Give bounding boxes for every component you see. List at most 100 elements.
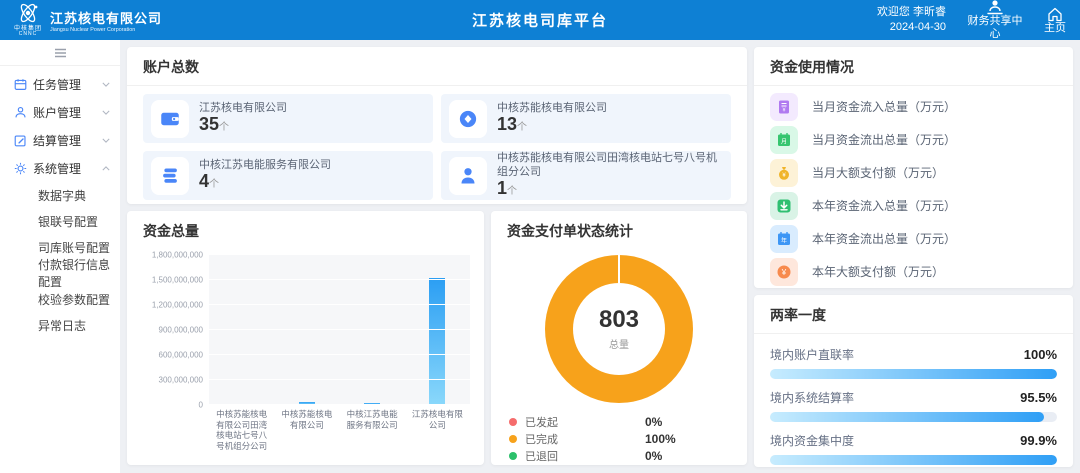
rate-direct-connection: 境内账户直联率 100% bbox=[770, 346, 1057, 379]
hamburger-icon bbox=[54, 48, 67, 58]
sidebar-item-system-management[interactable]: 系统管理 bbox=[0, 154, 120, 182]
y-tick: 0 bbox=[199, 401, 203, 410]
welcome-text: 欢迎您 李昕睿 bbox=[877, 5, 946, 20]
year-calendar-icon: 年 bbox=[776, 231, 792, 247]
x-category-label: 中核江苏电能服务有限公司 bbox=[340, 409, 405, 452]
layers-icon bbox=[160, 166, 180, 186]
rate-system-settlement: 境内系统结算率 95.5% bbox=[770, 389, 1057, 422]
sidebar-item-account-management[interactable]: 账户管理 bbox=[0, 98, 120, 126]
y-tick: 600,000,000 bbox=[159, 351, 204, 360]
stat-company-name: 江苏核电有限公司 bbox=[199, 102, 287, 116]
donut-center: 803 总量 bbox=[573, 283, 665, 375]
logo-group-en-label: CNNC bbox=[19, 32, 37, 37]
rate-value: 100% bbox=[1024, 347, 1057, 362]
submenu-item-label: 司库账号配置 bbox=[38, 239, 110, 256]
stat-card-jiangsu-nuclear: 江苏核电有限公司 35个 bbox=[143, 94, 433, 143]
sidebar-item-label: 系统管理 bbox=[33, 160, 96, 177]
usage-label: 本年资金流入总量（万元） bbox=[812, 197, 956, 214]
yuan-coin-icon: ¥ bbox=[776, 264, 792, 280]
home-link[interactable]: 主页 bbox=[1044, 6, 1066, 35]
stat-company-name: 中核苏能核电有限公司 bbox=[497, 102, 607, 116]
fund-usage-title: 资金使用情况 bbox=[754, 47, 1073, 86]
y-tick: 1,200,000,000 bbox=[152, 301, 203, 310]
sidebar-item-unionpay-number-config[interactable]: 银联号配置 bbox=[0, 208, 120, 234]
legend-dot-returned bbox=[509, 452, 517, 460]
rate-label: 境内系统结算率 bbox=[770, 389, 854, 406]
legend-percent: 100% bbox=[645, 432, 676, 446]
submenu-item-label: 异常日志 bbox=[38, 317, 86, 334]
fund-total-title: 资金总量 bbox=[127, 211, 484, 249]
legend-percent: 0% bbox=[645, 415, 662, 429]
home-icon bbox=[1046, 6, 1064, 22]
stat-count: 35 bbox=[199, 114, 219, 134]
chevron-down-icon bbox=[102, 138, 110, 143]
sidebar-item-settlement-management[interactable]: 结算管理 bbox=[0, 126, 120, 154]
y-tick: 1,500,000,000 bbox=[152, 276, 203, 285]
rate-value: 99.9% bbox=[1020, 433, 1057, 448]
rates-card: 两率一度 境内账户直联率 100% 境内系统结算率 bbox=[754, 295, 1073, 467]
payment-status-chart-card: 资金支付单状态统计 803 总量 已发起 bbox=[491, 211, 747, 465]
progress-fill bbox=[770, 455, 1057, 465]
x-category-label: 中核苏能核电有限公司田湾核电站七号八号机组分公司 bbox=[209, 409, 274, 452]
submenu-item-label: 付款银行信息配置 bbox=[38, 256, 110, 290]
usage-label: 本年资金流出总量（万元） bbox=[812, 230, 956, 247]
sidebar-item-data-dictionary[interactable]: 数据字典 bbox=[0, 182, 120, 208]
donut-divider bbox=[618, 255, 620, 283]
sidebar-item-exception-log[interactable]: 异常日志 bbox=[0, 312, 120, 338]
finance-share-center-link[interactable]: 财务共享中心 bbox=[964, 0, 1026, 41]
chevron-down-icon bbox=[102, 82, 110, 87]
stat-count: 13 bbox=[497, 114, 517, 134]
usage-row-month-large-payment: ¥ 当月大额支付额（万元） bbox=[770, 156, 1057, 189]
sidebar-item-label: 结算管理 bbox=[33, 132, 96, 149]
finance-share-center-label: 财务共享中心 bbox=[964, 15, 1026, 40]
legend-label: 已退回 bbox=[525, 448, 645, 464]
rate-value: 95.5% bbox=[1020, 390, 1057, 405]
legend-label: 已发起 bbox=[525, 414, 645, 430]
progress-fill bbox=[770, 412, 1044, 422]
usage-row-year-large-payment: ¥ 本年大额支付额（万元） bbox=[770, 255, 1057, 288]
sidebar-item-validation-param-config[interactable]: 校验参数配置 bbox=[0, 286, 120, 312]
calendar-icon bbox=[14, 78, 27, 91]
sidebar-item-label: 任务管理 bbox=[33, 76, 96, 93]
svg-text:年: 年 bbox=[781, 236, 787, 244]
usage-row-year-outflow: 年 本年资金流出总量（万元） bbox=[770, 222, 1057, 255]
fund-usage-card: 资金使用情况 ¥ 当月资金流入总量（万元） bbox=[754, 47, 1073, 288]
sidebar-collapse-button[interactable] bbox=[0, 40, 120, 66]
page-title: 江苏核电司库平台 bbox=[472, 10, 608, 31]
company-name: 江苏核电有限公司 bbox=[50, 8, 162, 27]
sidebar-item-payment-bank-info-config[interactable]: 付款银行信息配置 bbox=[0, 260, 120, 286]
svg-text:月: 月 bbox=[781, 138, 787, 145]
stat-card-suneng-nuclear: 中核苏能核电有限公司 13个 bbox=[441, 94, 731, 143]
hand-person-icon bbox=[986, 0, 1004, 15]
usage-row-month-inflow: ¥ 当月资金流入总量（万元） bbox=[770, 90, 1057, 123]
fund-total-bar-chart: 1,800,000,000 1,500,000,000 1,200,000,00… bbox=[127, 249, 484, 405]
usage-row-month-outflow: 月 当月资金流出总量（万元） bbox=[770, 123, 1057, 156]
submenu-item-label: 数据字典 bbox=[38, 187, 86, 204]
edit-icon bbox=[14, 134, 27, 147]
month-calendar-icon: 月 bbox=[776, 132, 792, 148]
progress-fill bbox=[770, 369, 1057, 379]
account-total-card: 账户总数 江苏核电有限公司 35个 bbox=[127, 47, 747, 204]
sidebar: 任务管理 账户管理 结算管理 bbox=[0, 40, 120, 473]
usage-label: 本年大额支付额（万元） bbox=[812, 263, 944, 280]
progress-track bbox=[770, 412, 1057, 422]
wallet-icon bbox=[160, 109, 180, 129]
person-icon bbox=[458, 166, 478, 186]
usage-row-year-inflow: 本年资金流入总量（万元） bbox=[770, 189, 1057, 222]
stat-company-name: 中核苏能核电有限公司田湾核电站七号八号机组分公司 bbox=[497, 152, 723, 180]
legend-row-returned: 已退回 0% bbox=[509, 447, 729, 464]
money-bag-icon: ¥ bbox=[776, 165, 792, 181]
account-total-title: 账户总数 bbox=[127, 47, 747, 86]
legend-dot-initiated bbox=[509, 418, 517, 426]
legend-label: 已完成 bbox=[525, 431, 645, 447]
donut-ring: 803 总量 bbox=[545, 255, 693, 403]
stat-unit: 个 bbox=[209, 179, 219, 190]
cnnc-logo: 中核集团 CNNC bbox=[14, 3, 42, 37]
user-icon bbox=[14, 106, 27, 119]
bar-chart-plot-area bbox=[209, 255, 470, 405]
current-date: 2024-04-30 bbox=[877, 20, 946, 35]
sidebar-item-task-management[interactable]: 任务管理 bbox=[0, 70, 120, 98]
usage-label: 当月资金流出总量（万元） bbox=[812, 131, 956, 148]
stat-card-dianneng-service: 中核江苏电能服务有限公司 4个 bbox=[143, 151, 433, 200]
stat-count: 1 bbox=[497, 178, 507, 198]
